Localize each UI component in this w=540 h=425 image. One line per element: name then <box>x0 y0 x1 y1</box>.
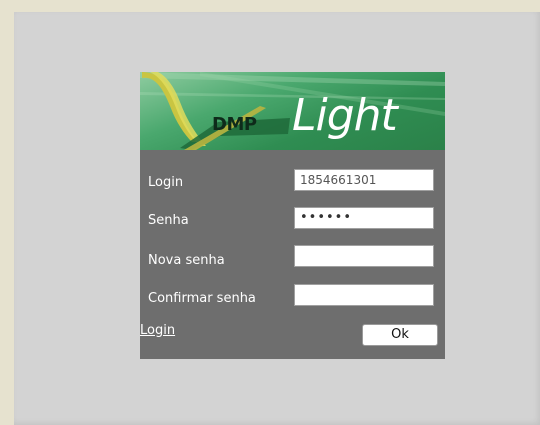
new-password-field[interactable] <box>294 245 434 267</box>
login-label: Login <box>148 175 184 190</box>
new-password-label: Nova senha <box>148 253 225 268</box>
ok-button[interactable]: Ok <box>362 324 438 346</box>
login-dialog: DMP Light Login 1854661301 Senha •••••• … <box>140 72 445 359</box>
confirm-password-field[interactable] <box>294 284 434 306</box>
login-field[interactable]: 1854661301 <box>294 169 434 191</box>
password-field[interactable]: •••••• <box>294 207 434 229</box>
brand-banner: DMP Light <box>140 72 445 150</box>
confirm-password-label: Confirmar senha <box>148 291 256 306</box>
login-link[interactable]: Login <box>140 323 175 338</box>
logo-dmp-text: DMP <box>212 114 257 135</box>
password-label: Senha <box>148 213 189 228</box>
logo-light-text: Light <box>292 90 398 141</box>
